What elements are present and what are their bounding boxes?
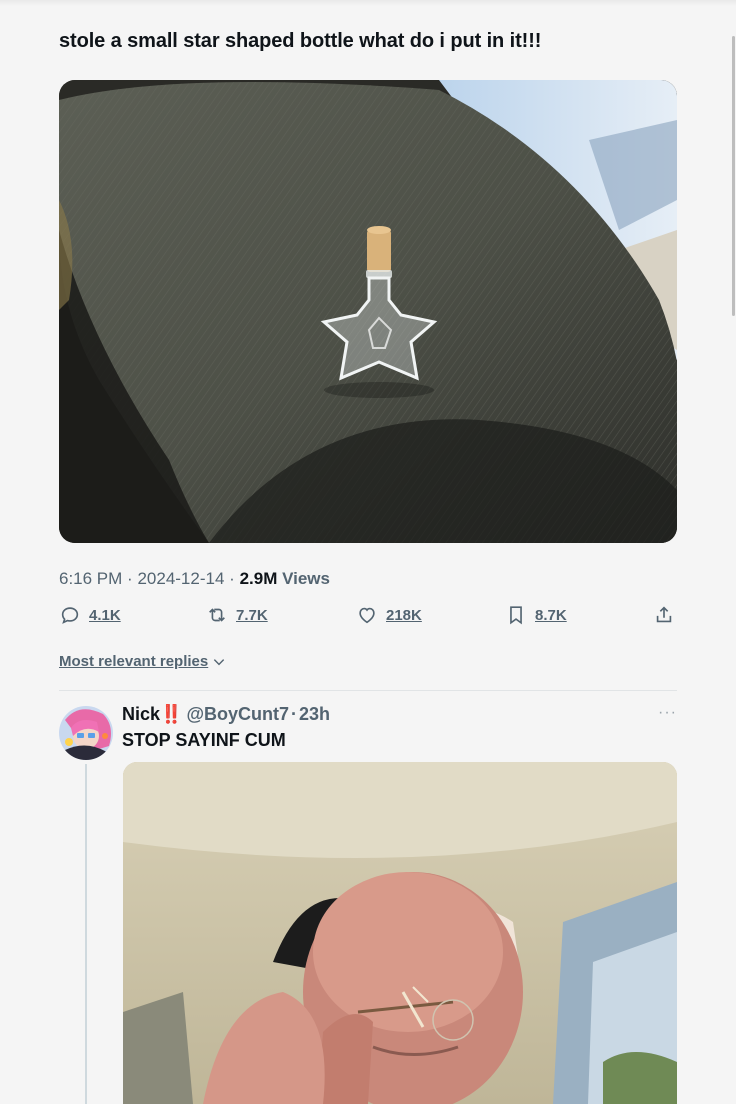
repost-button[interactable]: 7.7K bbox=[206, 604, 268, 626]
like-button[interactable]: 218K bbox=[356, 604, 422, 626]
replies-sort-dropdown[interactable]: Most relevant replies bbox=[59, 653, 226, 670]
repost-icon bbox=[209, 608, 225, 622]
top-edge bbox=[0, 0, 736, 6]
reply-media-image[interactable] bbox=[123, 762, 677, 1104]
chevron-down-icon bbox=[214, 658, 225, 665]
share-icon bbox=[656, 606, 672, 623]
post-text: stole a small star shaped bottle what do… bbox=[59, 30, 542, 52]
meta-separator: · bbox=[229, 569, 235, 588]
heart-icon bbox=[359, 607, 375, 624]
avatar-image bbox=[59, 706, 113, 760]
scrollbar[interactable] bbox=[732, 36, 735, 316]
post-media-image[interactable] bbox=[59, 80, 677, 543]
reply-icon bbox=[61, 607, 79, 624]
post-date[interactable]: 2024-12-14 bbox=[137, 569, 224, 588]
replies-sort-label: Most relevant replies bbox=[59, 653, 209, 670]
meta-separator: · bbox=[127, 569, 133, 588]
post-meta: 6:16 PM · 2024-12-14 · 2.9M Views bbox=[59, 568, 330, 590]
bookmark-icon bbox=[510, 606, 522, 625]
bookmark-button[interactable]: 8.7K bbox=[505, 604, 567, 626]
share-button[interactable] bbox=[653, 604, 675, 626]
more-options-icon[interactable]: ··· bbox=[658, 704, 677, 722]
views-count: 2.9M bbox=[239, 569, 278, 588]
reply-photo bbox=[123, 762, 677, 1104]
bottle-photo bbox=[59, 80, 677, 543]
reply-separator: · bbox=[291, 704, 298, 724]
like-count: 218K bbox=[386, 606, 422, 624]
post-time[interactable]: 6:16 PM bbox=[59, 569, 122, 588]
repost-count: 7.7K bbox=[236, 606, 268, 624]
reply-author-name-text: Nick bbox=[122, 704, 161, 724]
reply-button[interactable]: 4.1K bbox=[59, 604, 121, 626]
thread-line bbox=[85, 764, 87, 1104]
bookmark-count: 8.7K bbox=[535, 606, 567, 624]
reply-author-handle[interactable]: @BoyCunt7 bbox=[186, 702, 289, 726]
reply-time[interactable]: 23h bbox=[299, 702, 330, 726]
avatar[interactable] bbox=[59, 706, 113, 760]
reply-text: STOP SAYINF CUM bbox=[122, 730, 286, 750]
double-exclamation-emoji: ‼️ bbox=[160, 704, 182, 724]
action-bar: 4.1K 7.7K 218K 8.7K bbox=[59, 604, 679, 632]
reply-author-name[interactable]: Nick‼️ bbox=[122, 702, 182, 726]
reply-count: 4.1K bbox=[89, 606, 121, 624]
reply-header: Nick‼️ @BoyCunt7 · 23h bbox=[122, 702, 330, 726]
views-label: Views bbox=[282, 569, 330, 588]
divider bbox=[59, 690, 677, 691]
